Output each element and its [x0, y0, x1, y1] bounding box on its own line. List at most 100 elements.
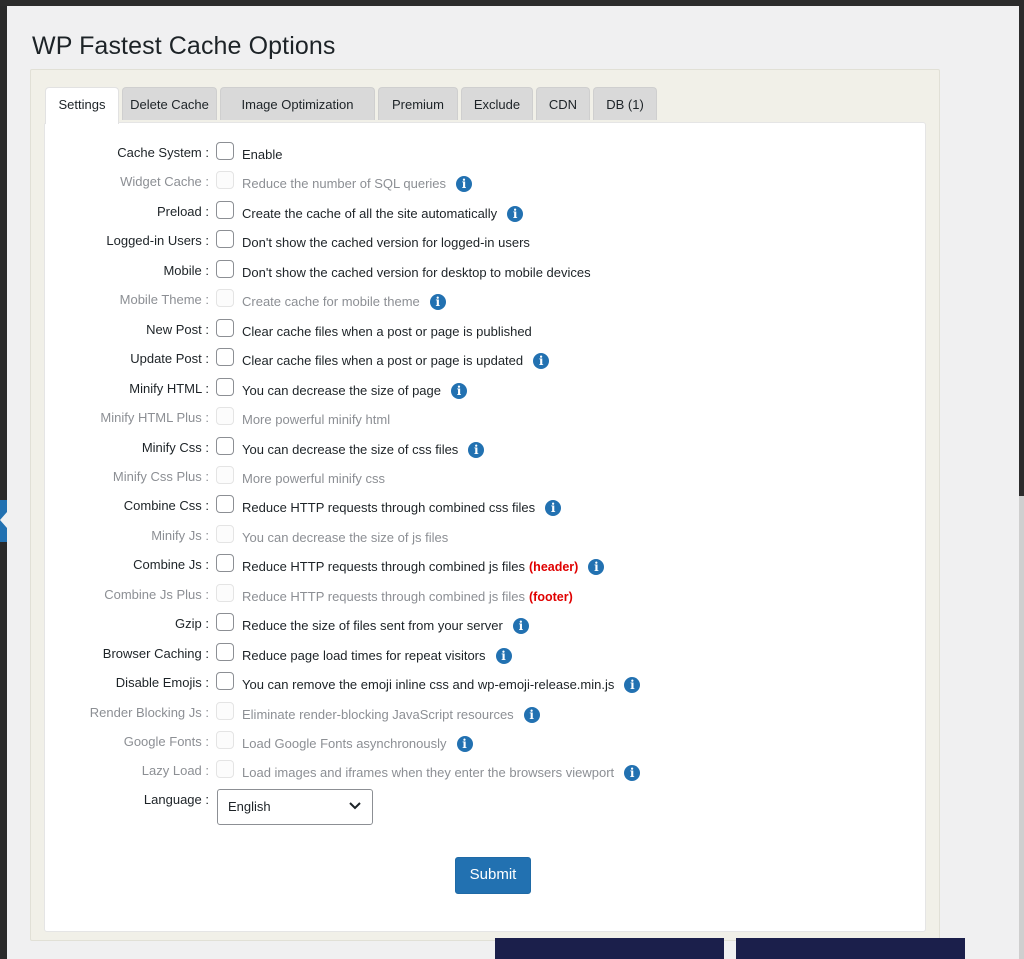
- tab-settings[interactable]: Settings: [45, 87, 119, 124]
- option-label: Disable Emojis :: [115, 675, 209, 691]
- gzip-checkbox[interactable]: [216, 613, 234, 632]
- option-label: Mobile :: [163, 262, 209, 278]
- option-description: Clear cache files when a post or page is…: [242, 324, 532, 339]
- option-description-text: Enable: [242, 147, 283, 162]
- option-label: Browser Caching :: [102, 645, 209, 661]
- info-icon[interactable]: i: [533, 353, 550, 370]
- option-description: You can decrease the size of page i: [242, 382, 467, 399]
- option-description: Clear cache files when a post or page is…: [242, 353, 550, 370]
- tab-delete-cache[interactable]: Delete Cache: [122, 87, 217, 120]
- info-icon[interactable]: i: [624, 677, 641, 694]
- language-select[interactable]: English: [217, 788, 373, 825]
- option-row-lazy-load: Lazy Load : Load images and iframes when …: [45, 760, 925, 784]
- lazy-load-checkbox: [216, 760, 234, 779]
- option-row-minify-html-plus: Minify HTML Plus : More powerful minify h…: [45, 407, 925, 431]
- option-description-text: Reduce HTTP requests through combined js…: [242, 588, 526, 604]
- disable-emojis-checkbox[interactable]: [216, 672, 234, 691]
- option-description-text: You can remove the emoji inline css and …: [242, 677, 615, 693]
- info-icon[interactable]: i: [588, 559, 605, 576]
- option-label: Widget Cache :: [120, 174, 209, 190]
- option-description-text: Load images and iframes when they enter …: [242, 765, 615, 781]
- option-label: Minify HTML :: [129, 380, 209, 396]
- minify-css-plus-checkbox: [216, 465, 234, 484]
- info-icon[interactable]: i: [624, 765, 641, 782]
- option-description-text: Create the cache of all the site automat…: [242, 205, 498, 221]
- option-row-cache-system: Cache System : Enable: [45, 142, 925, 166]
- option-row-update-post: Update Post : Clear cache files when a po…: [45, 348, 925, 372]
- option-description-text: You can decrease the size of js files: [242, 529, 449, 545]
- cache-system-checkbox[interactable]: [216, 142, 234, 160]
- info-icon[interactable]: i: [545, 500, 562, 517]
- info-icon[interactable]: i: [512, 618, 529, 635]
- render-blocking-js-checkbox: [216, 701, 234, 720]
- new-post-checkbox[interactable]: [216, 318, 234, 337]
- collapse-arrow-icon[interactable]: [0, 512, 7, 528]
- option-row-disable-emojis: Disable Emojis : You can remove the emoji…: [45, 672, 925, 696]
- option-label: Combine Js :: [133, 557, 209, 573]
- option-description: You can decrease the size of css files i: [242, 441, 485, 458]
- scrollbar-thumb[interactable]: [1019, 6, 1024, 496]
- option-label: Google Fonts :: [123, 734, 209, 749]
- mobile-checkbox[interactable]: [216, 259, 234, 278]
- option-description-text: Clear cache files when a post or page is…: [242, 353, 524, 369]
- preload-checkbox[interactable]: [216, 200, 234, 219]
- minify-css-checkbox[interactable]: [216, 436, 234, 455]
- info-icon[interactable]: i: [523, 706, 540, 723]
- submit-button[interactable]: Submit: [455, 857, 531, 894]
- option-label: Minify Js :: [151, 527, 209, 543]
- option-row-widget-cache: Widget Cache : Reduce the number of SQL q…: [45, 171, 925, 195]
- info-icon[interactable]: i: [456, 176, 473, 193]
- option-description: Eliminate render-blocking JavaScript res…: [242, 706, 540, 723]
- combine-css-checkbox[interactable]: [216, 495, 234, 514]
- info-icon[interactable]: i: [451, 382, 467, 399]
- option-description: Load Google Fonts asynchronously i: [242, 736, 473, 752]
- settings-panel: WP Fastest Cache Options Settings Delete…: [7, 6, 1019, 959]
- info-icon[interactable]: i: [495, 647, 512, 664]
- option-row-combine-css: Combine Css : Reduce HTTP requests throug…: [45, 495, 925, 519]
- option-description-text: Clear cache files when a post or page is…: [242, 323, 532, 339]
- combine-js-checkbox[interactable]: [216, 554, 234, 573]
- option-description-text: Reduce HTTP requests through combined js…: [242, 559, 526, 575]
- option-description-text: Eliminate render-blocking JavaScript res…: [242, 706, 514, 722]
- option-description: You can decrease the size of js files: [242, 530, 448, 545]
- option-description: Reduce HTTP requests through combined js…: [242, 589, 573, 604]
- option-description-text: You can decrease the size of css files: [242, 441, 459, 457]
- language-value: English: [228, 798, 271, 814]
- tab-image-optimization[interactable]: Image Optimization: [220, 87, 375, 120]
- option-description: You can remove the emoji inline css and …: [242, 677, 641, 694]
- option-label: Minify Css Plus :: [112, 468, 209, 484]
- info-icon[interactable]: i: [456, 736, 473, 752]
- tab-db[interactable]: DB (1): [593, 87, 657, 120]
- option-row-logged-in-users: Logged-in Users : Don't show the cached v…: [45, 230, 925, 254]
- option-label: Mobile Theme :: [119, 292, 209, 308]
- page-title: WP Fastest Cache Options: [32, 32, 336, 60]
- option-row-gzip: Gzip : Reduce the size of files sent from…: [45, 613, 925, 637]
- option-position-tag: (footer): [529, 589, 573, 604]
- option-label: Update Post :: [130, 351, 209, 367]
- option-row-minify-js: Minify Js : You can decrease the size of …: [45, 524, 925, 549]
- tab-cdn[interactable]: CDN: [536, 87, 590, 120]
- option-description: Reduce HTTP requests through combined js…: [242, 559, 605, 576]
- scrollbar[interactable]: [1019, 6, 1024, 959]
- option-description-text: Reduce the number of SQL queries: [242, 176, 447, 192]
- option-description: Reduce page load times for repeat visito…: [242, 647, 512, 664]
- info-icon[interactable]: i: [507, 205, 524, 222]
- update-post-checkbox[interactable]: [216, 348, 234, 367]
- option-description: Enable: [242, 147, 282, 162]
- combine-js-plus-checkbox: [216, 583, 234, 602]
- option-description-text: More powerful minify css: [242, 470, 386, 486]
- browser-caching-checkbox[interactable]: [216, 642, 234, 661]
- logged-in-users-checkbox[interactable]: [216, 230, 234, 249]
- option-row-combine-js-plus: Combine Js Plus : Reduce HTTP requests th…: [45, 583, 925, 608]
- option-row-google-fonts: Google Fonts : Load Google Fonts asynchro…: [45, 731, 925, 755]
- options-wrapper: Settings Delete Cache Image Optimization…: [30, 69, 940, 941]
- info-icon[interactable]: i: [429, 294, 446, 311]
- minify-html-checkbox[interactable]: [216, 377, 234, 396]
- info-icon[interactable]: i: [468, 441, 485, 458]
- tab-exclude[interactable]: Exclude: [461, 87, 533, 120]
- option-row-render-blocking-js: Render Blocking Js : Eliminate render-blo…: [45, 701, 925, 726]
- option-position-tag: (header): [529, 560, 579, 575]
- option-description-text: More powerful minify html: [242, 412, 391, 428]
- language-label: Language :: [143, 791, 209, 807]
- tab-premium[interactable]: Premium: [378, 87, 458, 120]
